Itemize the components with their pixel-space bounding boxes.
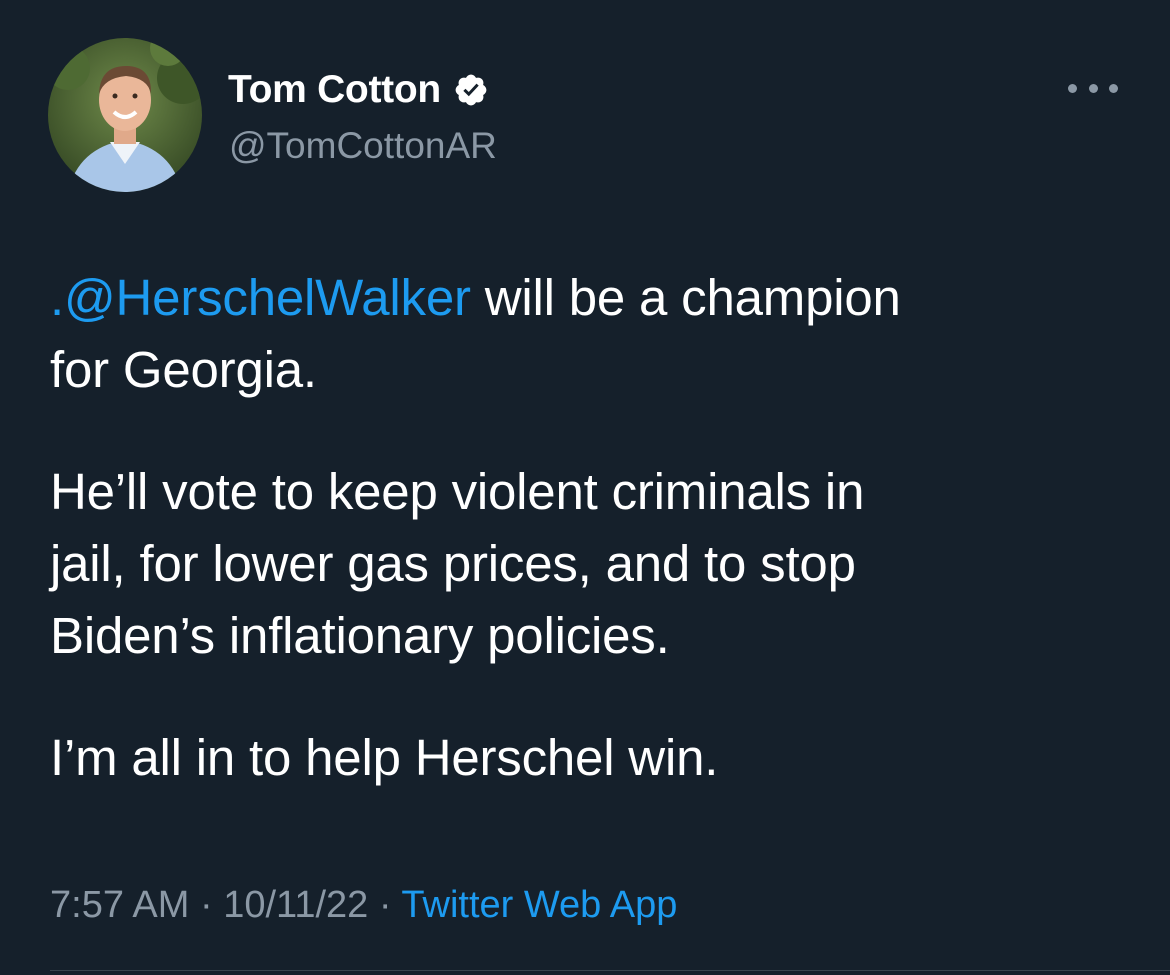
tweet-time[interactable]: 7:57 AM <box>50 884 189 926</box>
more-options-icon[interactable] <box>1068 76 1118 100</box>
tweet-line: He’ll vote to keep violent criminals in <box>50 463 865 520</box>
tweet-line: Biden’s inflationary policies. <box>50 607 670 664</box>
avatar-image <box>48 38 202 192</box>
user-handle[interactable]: @TomCottonAR <box>229 125 497 167</box>
tweet-paragraph-3: I’m all in to help Herschel win. <box>50 722 1140 794</box>
more-dot <box>1088 83 1098 93</box>
tweet-line: .@HerschelWalker will be a champion <box>50 262 1140 334</box>
tweet-line: jail, for lower gas prices, and to stop <box>50 535 856 592</box>
tweet-date[interactable]: 10/11/22 <box>223 884 368 926</box>
divider <box>50 970 1170 971</box>
meta-separator: · <box>189 884 224 926</box>
display-name[interactable]: Tom Cotton <box>228 68 489 112</box>
meta-separator: · <box>368 884 402 926</box>
tweet-paragraph-1: .@HerschelWalker will be a champion for … <box>50 262 1140 406</box>
tweet-source-link[interactable]: Twitter Web App <box>401 884 677 926</box>
tweet-text: will be a champion <box>470 269 901 326</box>
verified-badge-icon <box>455 74 487 106</box>
more-dot <box>1068 83 1077 93</box>
tweet-line: I’m all in to help Herschel win. <box>50 729 719 786</box>
tweet-metadata: 7:57 AM · 10/11/22 · Twitter Web App <box>50 884 677 927</box>
mention-link[interactable]: .@HerschelWalker <box>50 269 471 326</box>
avatar[interactable] <box>48 38 202 192</box>
tweet-card: Tom Cotton @TomCottonAR .@HerschelWalker… <box>0 0 1170 975</box>
tweet-paragraph-2: He’ll vote to keep violent criminals in … <box>50 456 1140 672</box>
display-name-text: Tom Cotton <box>228 68 441 111</box>
tweet-line: for Georgia. <box>50 341 317 398</box>
more-dot <box>1109 83 1118 93</box>
